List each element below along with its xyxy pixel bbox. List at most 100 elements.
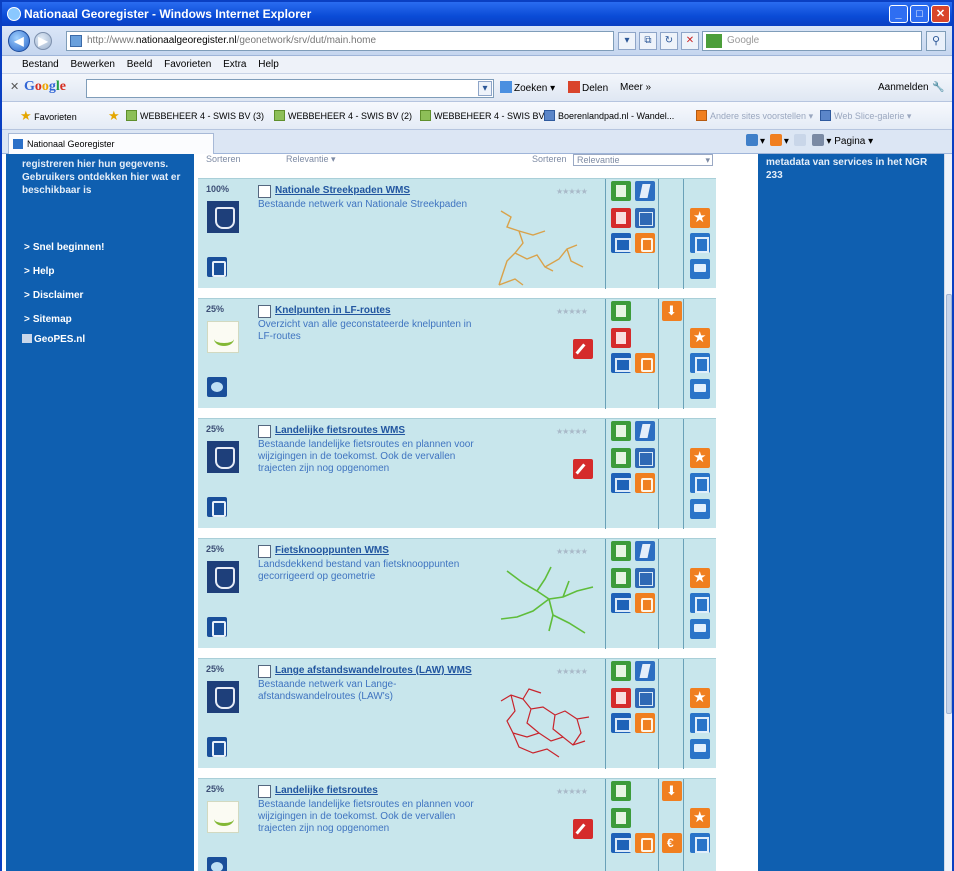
google-zoeken-button[interactable]: Zoeken ▾	[500, 81, 555, 96]
sidebar-link-help[interactable]: > Help	[24, 266, 55, 277]
record-title-link[interactable]: Landelijke fietsroutes WMS	[275, 425, 405, 436]
close-button[interactable]: ✕	[931, 5, 950, 23]
record-title-link[interactable]: Knelpunten in LF-routes	[275, 305, 391, 316]
minimize-button[interactable]: _	[889, 5, 908, 23]
home-icon[interactable]	[746, 134, 758, 146]
pdf-icon[interactable]	[611, 688, 631, 708]
service-type-icon[interactable]	[207, 497, 227, 517]
view-map-icon[interactable]	[635, 181, 655, 201]
metadata-icon[interactable]	[611, 421, 631, 441]
rating-stars[interactable]: ★★★★★	[556, 667, 588, 676]
select-checkbox[interactable]	[258, 545, 271, 558]
select-checkbox[interactable]	[258, 425, 271, 438]
metadata-icon[interactable]	[611, 181, 631, 201]
scrollbar-thumb[interactable]	[946, 294, 952, 714]
feeds-icon[interactable]	[769, 134, 782, 146]
record-title-link[interactable]: Landelijke fietsroutes	[275, 785, 378, 796]
view-map-icon[interactable]	[635, 661, 655, 681]
toolbar-close-icon[interactable]: ✕	[10, 80, 19, 93]
favorite-item-3[interactable]: WEBBEHEER 4 - SWIS BV	[420, 102, 545, 129]
vertical-scrollbar[interactable]	[944, 154, 952, 871]
geopes-link[interactable]: GeoPES.nl	[22, 334, 85, 345]
favorite-icon[interactable]	[690, 688, 710, 708]
menu-help[interactable]: Help	[258, 59, 279, 70]
document-icon[interactable]	[611, 568, 631, 588]
copy-icon[interactable]	[690, 713, 710, 733]
xml-icon[interactable]	[635, 688, 655, 708]
lock-icon[interactable]	[635, 713, 655, 733]
favorite-item-6[interactable]: Web Slice-galerie ▾	[820, 102, 911, 129]
copy-icon[interactable]	[690, 833, 710, 853]
xml-icon[interactable]	[635, 208, 655, 228]
rating-stars[interactable]: ★★★★★	[556, 427, 588, 436]
favorite-icon[interactable]	[690, 328, 710, 348]
favorite-item-4[interactable]: Boerenlandpad.nl - Wandel...	[544, 102, 674, 129]
copy-icon[interactable]	[690, 593, 710, 613]
favorites-button[interactable]: ★ Favorieten	[20, 102, 77, 129]
pdf-icon[interactable]	[611, 328, 631, 348]
wrench-icon[interactable]: 🔧	[932, 81, 944, 95]
map-thumbnail[interactable]	[493, 681, 605, 767]
favorite-item-5[interactable]: Andere sites voorstellen ▾	[696, 102, 813, 129]
select-checkbox[interactable]	[258, 185, 271, 198]
view-map-icon[interactable]	[635, 421, 655, 441]
rating-stars[interactable]: ★★★★★	[556, 187, 588, 196]
download-icon[interactable]	[662, 781, 682, 801]
copy-icon[interactable]	[690, 473, 710, 493]
metadata-icon[interactable]	[611, 661, 631, 681]
document-icon[interactable]	[611, 808, 631, 828]
service-type-icon[interactable]	[207, 617, 227, 637]
add-favorite-icon[interactable]: ★	[108, 102, 120, 129]
record-title-link[interactable]: Fietsknooppunten WMS	[275, 545, 389, 556]
search-field[interactable]: Google	[702, 31, 922, 51]
service-link-icon[interactable]	[611, 353, 631, 373]
comment-icon[interactable]	[690, 259, 710, 279]
favorite-icon[interactable]	[690, 808, 710, 828]
service-link-icon[interactable]	[611, 233, 631, 253]
sidebar-link-disclaimer[interactable]: > Disclaimer	[24, 290, 83, 301]
pdf-icon[interactable]	[611, 208, 631, 228]
rating-stars[interactable]: ★★★★★	[556, 547, 588, 556]
comment-icon[interactable]	[690, 619, 710, 639]
url-field[interactable]: http://www.nationaalgeoregister.nl/geone…	[66, 31, 614, 51]
lock-icon[interactable]	[635, 473, 655, 493]
xml-icon[interactable]	[635, 568, 655, 588]
google-delen-button[interactable]: Delen	[568, 81, 608, 96]
view-map-icon[interactable]	[635, 541, 655, 561]
record-title-link[interactable]: Lange afstandswandelroutes (LAW) WMS	[275, 665, 472, 676]
favorite-item-2[interactable]: WEBBEHEER 4 - SWIS BV (2)	[274, 102, 412, 129]
tab-nationaal-georegister[interactable]: Nationaal Georegister	[8, 133, 214, 154]
refresh-icon[interactable]: ↻	[660, 32, 678, 50]
dropdown-icon[interactable]: ▾	[618, 32, 636, 50]
search-icon[interactable]: ⚲	[926, 31, 946, 51]
dataset-type-icon[interactable]	[207, 857, 227, 871]
map-thumbnail[interactable]	[493, 201, 605, 287]
wrench-icon[interactable]	[573, 339, 593, 359]
select-checkbox[interactable]	[258, 785, 271, 798]
favorite-icon[interactable]	[690, 208, 710, 228]
sidebar-link-snel-beginnen[interactable]: > Snel beginnen!	[24, 242, 105, 253]
metadata-icon[interactable]	[611, 301, 631, 321]
comment-icon[interactable]	[690, 499, 710, 519]
lock-icon[interactable]	[635, 593, 655, 613]
lock-icon[interactable]	[635, 833, 655, 853]
euro-icon[interactable]	[662, 833, 682, 853]
metadata-icon[interactable]	[611, 541, 631, 561]
menu-beeld[interactable]: Beeld	[127, 59, 153, 70]
record-title-link[interactable]: Nationale Streekpaden WMS	[275, 185, 410, 196]
wrench-icon[interactable]	[573, 459, 593, 479]
pagina-menu[interactable]: Pagina ▾	[834, 136, 873, 147]
select-checkbox[interactable]	[258, 665, 271, 678]
favorite-icon[interactable]	[690, 448, 710, 468]
service-type-icon[interactable]	[207, 257, 227, 277]
mail-icon[interactable]	[793, 134, 806, 146]
service-link-icon[interactable]	[611, 833, 631, 853]
service-link-icon[interactable]	[611, 593, 631, 613]
service-type-icon[interactable]	[207, 737, 227, 757]
copy-icon[interactable]	[690, 353, 710, 373]
select-checkbox[interactable]	[258, 305, 271, 318]
rating-stars[interactable]: ★★★★★	[556, 307, 588, 316]
download-icon[interactable]	[662, 301, 682, 321]
service-link-icon[interactable]	[611, 713, 631, 733]
xml-icon[interactable]	[635, 448, 655, 468]
